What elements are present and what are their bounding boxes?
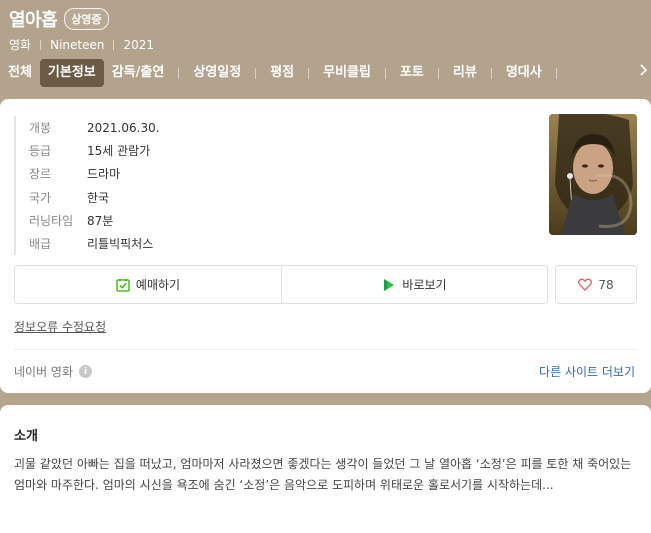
status-badge: 상영중 xyxy=(64,8,109,30)
info-value: 한국 xyxy=(87,190,110,205)
info-icon[interactable]: i xyxy=(79,365,93,378)
info-row-runtime: 러닝타임 87분 xyxy=(29,209,160,232)
tab-review[interactable]: 리뷰 xyxy=(445,59,485,87)
tab-divider xyxy=(255,67,257,79)
intro-title: 소개 xyxy=(14,429,38,444)
tab-quotes[interactable]: 명대사 xyxy=(498,59,550,87)
tab-divider xyxy=(308,67,310,79)
intro-text: 괴물 같았던 아빠는 집을 떠났고, 엄마마저 사라졌으면 좋겠다는 생각이 들… xyxy=(14,457,632,492)
divider xyxy=(14,349,637,350)
tab-cast[interactable]: 감독/출연 xyxy=(104,59,173,87)
watch-now-button-label: 바로보기 xyxy=(402,278,447,292)
info-row-genre: 장르 드라마 xyxy=(29,162,160,185)
intro-card: 소개 괴물 같았던 아빠는 집을 떠났고, 엄마마저 사라졌으면 좋겠다는 생각… xyxy=(0,405,651,533)
like-button[interactable]: 78 xyxy=(555,265,637,304)
calendar-check-icon xyxy=(116,278,130,292)
info-label: 장르 xyxy=(29,167,52,182)
info-label: 러닝타임 xyxy=(29,213,74,228)
tab-divider xyxy=(384,67,386,79)
info-row-country: 국가 한국 xyxy=(29,186,160,209)
report-error-link[interactable]: 정보오류 수정요청 xyxy=(14,318,106,335)
movie-title[interactable]: 열아홉 xyxy=(9,6,58,32)
movie-header: 열아홉 상영중 영화 Nineteen 2021 전체 기본정보 감독/출연 상… xyxy=(0,0,651,96)
reserve-button[interactable]: 예매하기 xyxy=(14,265,282,304)
tab-bar: 전체 기본정보 감독/출연 상영일정 평점 무비클립 포토 리뷰 명대사 xyxy=(0,59,651,87)
tab-divider xyxy=(490,67,492,79)
chevron-right-icon[interactable] xyxy=(639,59,649,87)
info-row-distributor: 배급 리틀빅픽처스 xyxy=(29,232,160,255)
meta-divider xyxy=(40,39,42,50)
info-value: 드라마 xyxy=(87,167,121,182)
tab-rating[interactable]: 평점 xyxy=(262,59,302,87)
meta-english-title: Nineteen xyxy=(50,37,105,52)
movie-meta: 영화 Nineteen 2021 xyxy=(9,36,154,53)
like-count: 78 xyxy=(598,277,614,292)
tab-basic-info[interactable]: 기본정보 xyxy=(39,59,104,87)
info-value: 15세 관람가 xyxy=(87,144,151,159)
info-value: 2021.06.30. xyxy=(87,120,160,135)
info-value: 87분 xyxy=(87,213,114,228)
info-value[interactable]: 리틀빅픽처스 xyxy=(87,235,153,252)
basic-info-card: 개봉 2021.06.30. 등급 15세 관람가 장르 드라마 국가 한국 러… xyxy=(0,99,651,393)
action-buttons: 예매하기 바로보기 78 xyxy=(14,265,637,304)
tab-schedule[interactable]: 상영일정 xyxy=(185,59,249,87)
info-label: 국가 xyxy=(29,190,52,205)
play-store-icon xyxy=(382,278,396,292)
tab-photo[interactable]: 포토 xyxy=(392,59,432,87)
heart-icon xyxy=(578,278,593,291)
more-sites-link[interactable]: 다른 사이트 더보기 xyxy=(539,363,635,380)
title-row: 열아홉 상영중 xyxy=(9,6,109,32)
reserve-button-label: 예매하기 xyxy=(135,278,181,292)
meta-type: 영화 xyxy=(9,38,32,52)
info-list: 개봉 2021.06.30. 등급 15세 관람가 장르 드라마 국가 한국 러… xyxy=(14,116,160,256)
info-row-release: 개봉 2021.06.30. xyxy=(29,116,160,139)
info-row-rating: 등급 15세 관람가 xyxy=(29,139,160,162)
meta-year: 2021 xyxy=(123,37,155,52)
tab-movie-clip[interactable]: 무비클립 xyxy=(315,59,379,87)
meta-divider xyxy=(113,39,115,50)
source-name: 네이버 영화 xyxy=(14,365,74,379)
watch-now-button[interactable]: 바로보기 xyxy=(282,265,548,304)
tab-divider xyxy=(437,67,439,79)
info-label: 배급 xyxy=(29,237,52,252)
tab-divider xyxy=(178,67,180,79)
tab-divider xyxy=(555,67,557,79)
source-label: 네이버 영화 i xyxy=(14,363,93,380)
tab-all[interactable]: 전체 xyxy=(0,59,40,87)
movie-poster[interactable] xyxy=(549,114,637,235)
info-label: 등급 xyxy=(29,144,52,159)
info-label: 개봉 xyxy=(29,121,52,136)
